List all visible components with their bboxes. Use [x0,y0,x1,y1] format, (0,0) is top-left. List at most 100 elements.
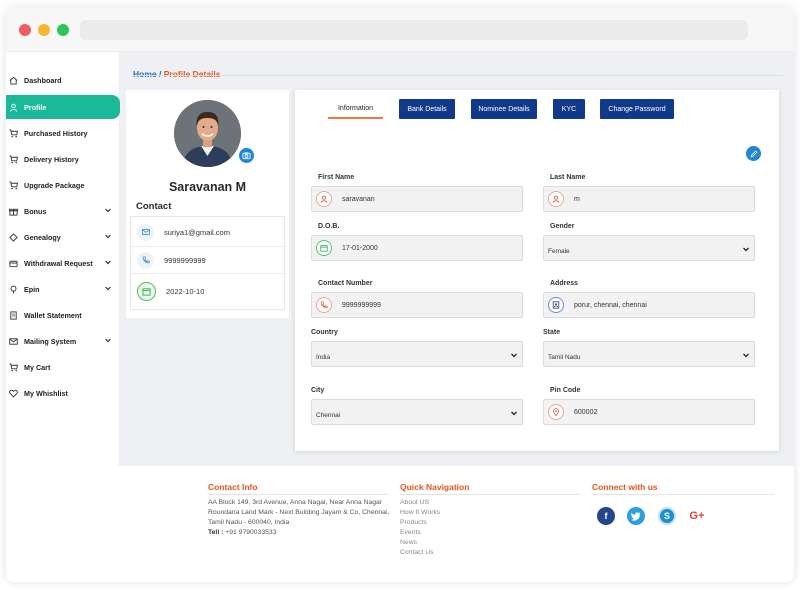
maximize-window-button[interactable] [57,24,69,36]
chevron-down-icon [105,208,111,213]
tree-icon [8,232,18,242]
phone-icon [137,251,154,269]
calendar-icon [316,240,332,256]
edit-profile-button[interactable] [746,146,761,161]
sidebar-item-my-whishlist[interactable]: My Whishlist [6,381,120,405]
contact-email: suriya1@gmail.com [164,227,230,237]
chevron-down-icon [511,411,517,416]
sidebar-item-my-cart[interactable]: My Cart [6,355,120,379]
twitter-icon[interactable] [627,507,645,525]
divider [208,494,388,495]
tab-bank-details[interactable]: Bank Details [399,99,455,119]
divider [592,494,774,495]
sidebar-item-withdrawal-request[interactable]: Withdrawal Request [6,251,120,275]
sidebar-item-profile[interactable]: Profile [6,95,120,119]
last-name-label: Last Name [550,174,586,181]
gender-value: Female [548,248,570,255]
dob-field[interactable]: 17-01-2000 [311,235,523,261]
mail-icon [8,336,18,346]
close-window-button[interactable] [19,24,31,36]
contact-email-row: suriya1@gmail.com [131,221,284,243]
sidebar-item-upgrade-package[interactable]: Upgrade Package [6,173,120,197]
chevron-down-icon [105,338,111,343]
divider [131,246,284,247]
tab-information[interactable]: Information [328,99,383,119]
document-icon [8,310,18,320]
browser-titlebar [6,8,794,52]
sidebar-item-bonus[interactable]: Bonus [6,199,120,223]
pin-icon [8,284,18,294]
pin-code-value: 600002 [574,408,598,416]
sidebar-item-wallet-statement[interactable]: Wallet Statement [6,303,120,327]
tab-kyc[interactable]: KYC [553,99,585,119]
sidebar-item-mailing-system[interactable]: Mailing System [6,329,120,353]
footer-link-contact-us[interactable]: Contact Us [400,549,434,556]
sidebar-item-purchased-history[interactable]: Purchased History [6,121,120,145]
google-plus-icon[interactable]: G+ [688,507,706,525]
divider [131,273,284,274]
sidebar-item-epin[interactable]: Epin [6,277,120,301]
tab-change-password[interactable]: Change Password [600,99,674,119]
sidebar-item-genealogy[interactable]: Genealogy [6,225,120,249]
footer-address-line: Tamil Nadu - 600040, India [208,519,290,526]
skype-icon[interactable]: S [658,507,676,525]
sidebar-item-label: Epin [24,284,40,294]
pin-code-field[interactable]: 600002 [543,399,755,425]
sidebar-item-dashboard[interactable]: Dashboard [6,68,120,92]
cart-icon [8,180,18,190]
cart-icon [8,154,18,164]
breadcrumb: Home / Profile Details [133,69,220,79]
country-select[interactable]: India [311,341,523,367]
phone-icon [316,297,332,313]
footer-link-events[interactable]: Events [400,529,421,536]
state-select[interactable]: Tamil Nadu [543,341,755,367]
user-icon [8,102,18,112]
sidebar-item-label: Withdrawal Request [24,258,93,268]
heart-icon [8,388,18,398]
address-field[interactable]: porur, chennai, chennai [543,292,755,318]
breadcrumb-separator: / [159,69,162,79]
breadcrumb-home-link[interactable]: Home [133,69,157,79]
city-select[interactable]: Chennai [311,399,523,425]
contact-number-field[interactable]: 9999999999 [311,292,523,318]
footer-link-products[interactable]: Products [400,519,427,526]
sidebar-item-label: Upgrade Package [24,180,85,190]
contact-phone: 9999999999 [164,255,206,265]
chevron-down-icon [105,260,111,265]
chevron-down-icon [743,353,749,358]
country-label: Country [311,329,338,336]
sidebar-item-label: Wallet Statement [24,310,82,320]
first-name-value: saravanan [342,195,375,203]
gender-label: Gender [550,223,575,230]
footer-contact-info-title: Contact Info [208,482,258,492]
user-icon [548,191,564,207]
footer-address-line: AA Block 149, 3rd Avenue, Anna Nagar, Ne… [208,499,383,506]
breadcrumb-divider [133,75,783,76]
footer-link-about-us[interactable]: About US [400,499,429,506]
gender-select[interactable]: Female [543,235,755,261]
chevron-down-icon [105,234,111,239]
footer-telephone-value: +91 9790033533 [225,529,277,536]
sidebar-item-label: Purchased History [24,128,88,138]
address-bar[interactable] [80,20,748,40]
avatar [174,100,241,167]
footer-telephone-label: Tell : [208,529,224,536]
contact-phone-row: 9999999999 [131,249,284,271]
contact-date: 2022-10-10 [166,286,205,296]
first-name-field[interactable]: saravanan [311,186,523,212]
sidebar-item-delivery-history[interactable]: Delivery History [6,147,120,171]
state-value: Tamil Nadu [548,354,581,361]
last-name-field[interactable]: m [543,186,755,212]
divider [400,494,580,495]
minimize-window-button[interactable] [38,24,50,36]
sidebar-item-label: Dashboard [24,75,62,85]
city-label: City [311,387,325,394]
change-photo-button[interactable] [237,146,256,165]
cart-icon [8,128,18,138]
footer-link-news[interactable]: News [400,539,417,546]
facebook-icon[interactable]: f [597,507,615,525]
chevron-down-icon [511,353,517,358]
footer-link-how-it-works[interactable]: How It Works [400,509,440,516]
tab-nominee-details[interactable]: Nominee Details [471,99,537,119]
camera-icon [242,152,251,160]
